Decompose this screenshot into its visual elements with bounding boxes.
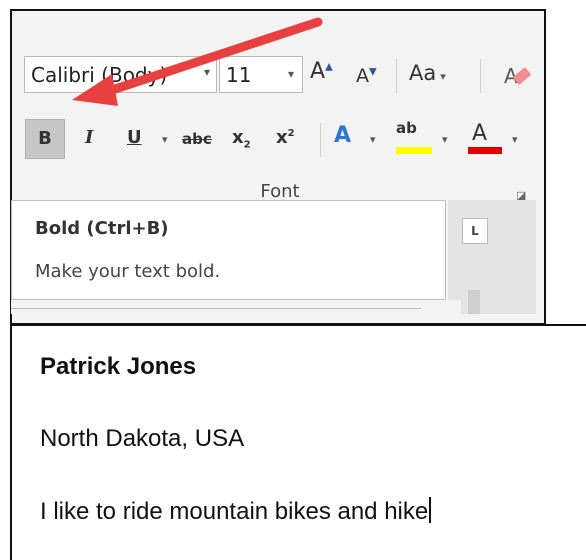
chevron-down-icon[interactable]: ▾ [512,133,518,146]
font-group-label: Font [260,181,300,202]
shrink-font-label: A [356,65,369,87]
document-hobby-line[interactable]: I like to ride mountain bikes and hike [40,497,432,526]
separator [320,123,321,157]
tooltip-description: Make your text bold. [35,261,221,282]
font-size-value: 11 [226,63,252,87]
tooltip-shadow [11,308,421,317]
tab-selector-icon[interactable]: L [462,218,488,244]
subscript-button[interactable]: x2 [232,127,251,151]
highlight-color-swatch [396,147,432,154]
grow-font-button[interactable]: A▲ [310,59,333,84]
text-effects-button[interactable]: A [334,123,351,148]
superscript-mark: 2 [287,128,295,139]
strikethrough-button[interactable]: abc [182,130,212,148]
chevron-down-icon: ▾ [440,70,446,83]
document-name-line[interactable]: Patrick Jones [40,353,196,381]
font-color-button[interactable]: A [472,121,487,146]
text-cursor [429,497,432,523]
font-name-value: Calibri (Body) [31,63,168,87]
clear-formatting-icon[interactable]: A [502,61,534,91]
tooltip-title: Bold (Ctrl+B) [35,218,169,239]
document-location-line[interactable]: North Dakota, USA [40,425,244,453]
bold-button[interactable]: B [25,119,65,159]
divider [10,324,12,560]
shrink-font-button[interactable]: A▼ [356,65,377,87]
underline-button[interactable]: U [127,127,142,148]
grow-font-label: A [310,59,326,84]
separator [480,59,481,93]
separator [396,59,397,93]
font-size-combobox[interactable]: 11 ▾ [219,56,303,93]
change-case-button[interactable]: Aa ▾ [409,61,446,85]
divider [10,324,586,326]
superscript-label: x [276,127,288,148]
font-color-swatch [468,147,502,154]
superscript-button[interactable]: x2 [276,127,295,148]
chevron-down-icon[interactable]: ▾ [288,67,294,81]
chevron-down-icon[interactable]: ▾ [370,133,376,146]
change-case-label: Aa [409,61,437,85]
subscript-mark: 2 [243,139,251,151]
subscript-label: x [232,127,244,148]
document-hobby-text: I like to ride mountain bikes and hike [40,498,429,525]
font-name-combobox[interactable]: Calibri (Body) ▾ [24,56,217,93]
italic-button[interactable]: I [85,127,93,148]
chevron-down-icon[interactable]: ▾ [442,133,448,146]
chevron-down-icon[interactable]: ▾ [162,133,168,146]
chevron-down-icon[interactable]: ▾ [204,65,210,79]
ruler-marker [468,290,480,314]
text-highlight-button[interactable]: ab [396,119,417,137]
bold-tooltip [11,200,446,300]
